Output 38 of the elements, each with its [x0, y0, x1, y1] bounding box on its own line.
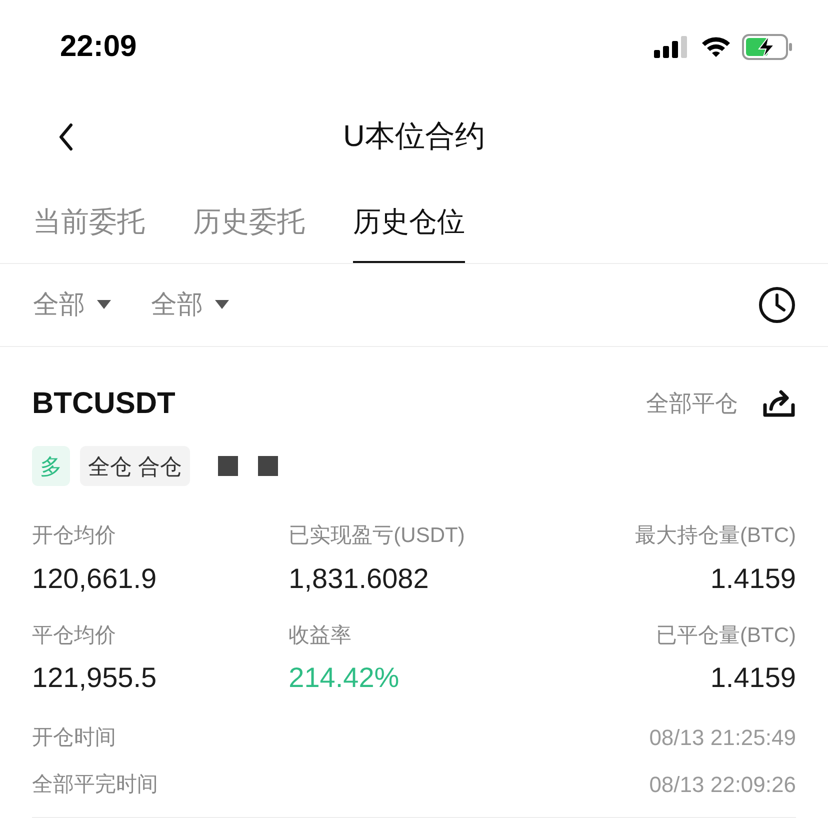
stat-label: 已平仓量(BTC) [656, 622, 796, 648]
chevron-left-icon [58, 123, 74, 151]
page-title: U本位合约 [343, 119, 485, 156]
stat-label: 收益率 [288, 622, 352, 648]
stat-label: 平仓均价 [32, 622, 116, 648]
caret-down-icon [97, 300, 111, 310]
close-all-link[interactable]: 全部平仓 [646, 386, 738, 421]
stat-value: 1.4159 [710, 562, 796, 596]
share-icon[interactable] [762, 388, 796, 418]
time-value: 08/13 21:25:49 [649, 724, 796, 752]
tab[interactable]: 历史仓位 [353, 200, 465, 263]
tab[interactable]: 历史委托 [193, 200, 305, 263]
position-tag: 多 [32, 446, 70, 486]
stat-label: 开仓均价 [32, 523, 116, 549]
signal-icon [654, 36, 690, 58]
symbol-name: BTCUSDT [32, 386, 176, 422]
time-label: 开仓时间 [32, 724, 116, 751]
redaction-mark [258, 456, 278, 476]
stat-value: 1,831.6082 [288, 562, 429, 596]
redaction-mark [218, 456, 238, 476]
stat-value: 120,661.9 [32, 562, 157, 596]
filter-dropdown[interactable]: 全部 [151, 285, 229, 324]
stat-value: 214.42% [288, 661, 400, 695]
clock-icon [758, 286, 796, 324]
stat-label: 已实现盈亏(USDT) [288, 523, 465, 549]
filter-dropdown[interactable]: 全部 [33, 285, 111, 324]
time-value: 08/13 22:09:26 [649, 771, 796, 799]
stat-label: 最大持仓量(BTC) [635, 523, 796, 549]
tab[interactable]: 当前委托 [33, 200, 145, 263]
stat-value: 121,955.5 [32, 661, 157, 695]
history-clock-button[interactable] [757, 284, 797, 325]
time-label: 全部平完时间 [32, 772, 158, 798]
position-tag: 全仓 合仓 [80, 446, 190, 486]
wifi-icon [700, 34, 732, 58]
caret-down-icon [215, 300, 229, 310]
stat-value: 1.4159 [710, 661, 796, 695]
status-time: 22:09 [60, 29, 137, 65]
battery-charging-icon [742, 34, 794, 60]
